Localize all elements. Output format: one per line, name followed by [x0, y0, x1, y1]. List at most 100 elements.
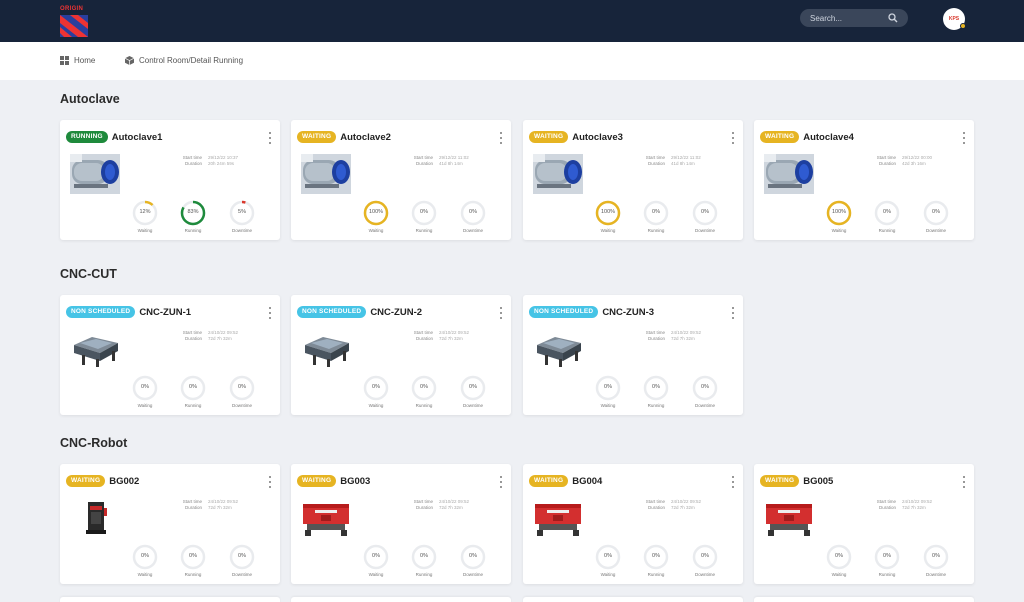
- machine-info: Start time 29/12/22 00:00 Duration 42d 3h 1…: [866, 155, 932, 167]
- duration-label: Duration: [878, 161, 896, 166]
- section-title-cnc-cut: CNC-CUT: [60, 267, 117, 281]
- logo-mark-icon: [60, 15, 88, 37]
- gauge-value: 0%: [420, 553, 428, 559]
- duration-label: Duration: [184, 161, 202, 166]
- card-header: NON SCHEDULED CNC-ZUN-2: [297, 306, 422, 318]
- machine-image: [70, 329, 120, 369]
- card-peek: [291, 597, 511, 602]
- gauge-value: 0%: [469, 209, 477, 215]
- machine-card[interactable]: WAITING Autoclave4 Start time 29/12/22 00:0…: [754, 120, 974, 240]
- gauge-value: 0%: [604, 384, 612, 390]
- more-options-icon[interactable]: [731, 132, 735, 144]
- breadcrumb-home-label: Home: [74, 56, 96, 65]
- gauge-value: 0%: [932, 209, 940, 215]
- duration-value: 72d 7h 32m: [208, 505, 232, 510]
- duration-label: Duration: [415, 505, 433, 510]
- machine-card[interactable]: NON SCHEDULED CNC-ZUN-3 Start time 24/10/22…: [523, 295, 743, 415]
- user-avatar[interactable]: KPS: [943, 8, 966, 30]
- gauge-value: 0%: [420, 384, 428, 390]
- gauge-label: Running: [184, 403, 202, 408]
- gauge-value: 0%: [835, 553, 843, 559]
- machine-card[interactable]: NON SCHEDULED CNC-ZUN-2 Start time 24/10/22…: [291, 295, 511, 415]
- breadcrumb-current[interactable]: Control Room/Detail Running: [125, 56, 243, 65]
- machine-info: Start time 29/12/22 11:02 Duration 41d 8h 1…: [403, 155, 469, 167]
- status-badge: RUNNING: [66, 131, 108, 143]
- gauge-group: 0% Waiting 0% Running 0% Downtime: [593, 544, 743, 578]
- duration-value: 72d 7h 32m: [439, 336, 463, 341]
- status-badge: NON SCHEDULED: [66, 306, 136, 318]
- breadcrumb-home[interactable]: Home: [60, 56, 95, 65]
- machine-card[interactable]: WAITING Autoclave2 Start time 29/12/22 11:0…: [291, 120, 511, 240]
- more-options-icon[interactable]: [499, 476, 503, 488]
- more-options-icon[interactable]: [962, 132, 966, 144]
- card-header: WAITING BG005: [760, 475, 833, 487]
- gauge-value: 0%: [469, 384, 477, 390]
- duration-value: 72d 7h 32m: [439, 505, 463, 510]
- machine-image: [533, 498, 583, 538]
- duration-value: 72d 7h 32m: [208, 336, 232, 341]
- gauge-value: 0%: [652, 209, 660, 215]
- status-badge: WAITING: [297, 131, 337, 143]
- gauge-label: Running: [415, 403, 433, 408]
- gauge-label: Running: [647, 228, 665, 233]
- machine-image: [764, 154, 814, 194]
- machine-card[interactable]: NON SCHEDULED CNC-ZUN-1 Start time 24/10/22…: [60, 295, 280, 415]
- machine-info: Start time 24/10/22 09:52 Duration 72d 7h 3…: [172, 499, 238, 511]
- card-header: WAITING Autoclave4: [760, 131, 854, 143]
- gauge-value: 0%: [932, 553, 940, 559]
- gauge-label: Waiting: [368, 228, 384, 233]
- more-options-icon[interactable]: [268, 307, 272, 319]
- avatar-status-dot: [960, 23, 966, 29]
- gauge-value: 0%: [604, 553, 612, 559]
- machine-card[interactable]: WAITING BG002 Start time 24/10/22 09:52 Dura…: [60, 464, 280, 584]
- machine-name: BG005: [803, 475, 834, 487]
- gauge-value: 0%: [420, 209, 428, 215]
- gauge-label: Downtime: [694, 228, 715, 233]
- machine-image: [301, 154, 351, 194]
- brand-logo[interactable]: ORIGIN: [60, 6, 90, 38]
- more-options-icon[interactable]: [731, 307, 735, 319]
- duration-value: 72d 7h 32m: [902, 505, 926, 510]
- status-badge: NON SCHEDULED: [529, 306, 599, 318]
- top-navbar: ORIGIN KPS: [0, 0, 1024, 42]
- gauge-value: 0%: [238, 384, 246, 390]
- more-options-icon[interactable]: [962, 476, 966, 488]
- more-options-icon[interactable]: [268, 132, 272, 144]
- duration-label: Duration: [647, 336, 665, 341]
- search-box[interactable]: [800, 9, 908, 27]
- search-input[interactable]: [810, 11, 880, 25]
- machine-card[interactable]: WAITING BG003 Start time 24/10/22 09:52 Dura…: [291, 464, 511, 584]
- machine-name: Autoclave4: [803, 131, 854, 143]
- more-options-icon[interactable]: [499, 307, 503, 319]
- card-header: WAITING BG003: [297, 475, 370, 487]
- gauge-group: 100% Waiting 0% Running 0% Downtime: [824, 200, 974, 234]
- card-header: WAITING Autoclave3: [529, 131, 623, 143]
- card-header: NON SCHEDULED CNC-ZUN-3: [529, 306, 654, 318]
- gauge-value: 0%: [189, 384, 197, 390]
- more-options-icon[interactable]: [731, 476, 735, 488]
- search-icon[interactable]: [888, 13, 898, 23]
- gauge-value: 0%: [469, 553, 477, 559]
- gauge-label: Downtime: [925, 572, 946, 577]
- gauge-label: Running: [184, 228, 202, 233]
- gauge-value: 0%: [701, 384, 709, 390]
- card-peek: [60, 597, 280, 602]
- machine-card[interactable]: WAITING BG005 Start time 24/10/22 09:52 Dura…: [754, 464, 974, 584]
- machine-card[interactable]: RUNNING Autoclave1 Start time 29/12/22 10:3…: [60, 120, 280, 240]
- gauge-label: Waiting: [368, 572, 384, 577]
- gauge-value: 0%: [883, 553, 891, 559]
- machine-image: [533, 154, 583, 194]
- machine-info: Start time 24/10/22 09:52 Duration 72d 7h 3…: [635, 330, 701, 342]
- duration-label: Duration: [415, 336, 433, 341]
- gauge-label: Downtime: [231, 403, 252, 408]
- more-options-icon[interactable]: [268, 476, 272, 488]
- machine-name: Autoclave3: [572, 131, 623, 143]
- gauge-value: 0%: [652, 553, 660, 559]
- gauge-value: 0%: [701, 553, 709, 559]
- gauge-value: 0%: [372, 553, 380, 559]
- machine-card[interactable]: WAITING Autoclave3 Start time 29/12/22 11:0…: [523, 120, 743, 240]
- machine-card[interactable]: WAITING BG004 Start time 24/10/22 09:52 Dura…: [523, 464, 743, 584]
- duration-label: Duration: [647, 505, 665, 510]
- duration-label: Duration: [184, 336, 202, 341]
- more-options-icon[interactable]: [499, 132, 503, 144]
